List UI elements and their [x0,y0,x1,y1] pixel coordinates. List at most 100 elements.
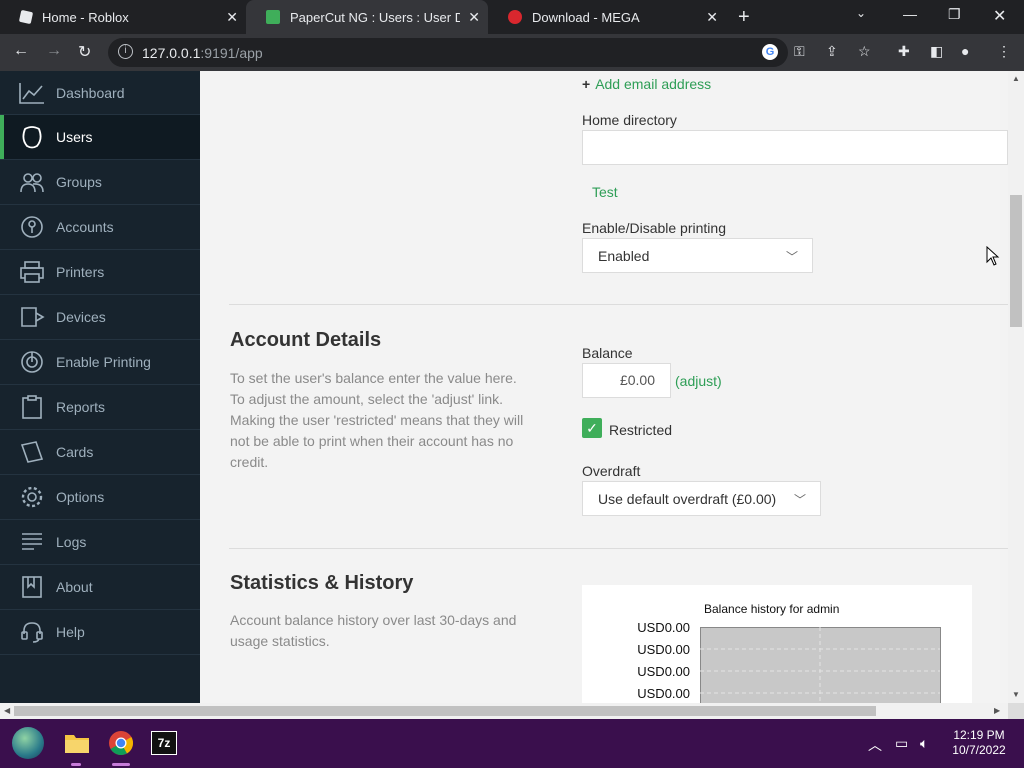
new-tab-icon[interactable]: + [738,6,750,29]
side-panel-icon[interactable]: ◧ [930,43,943,60]
sidebar-item-accounts[interactable]: Accounts [0,205,200,250]
cards-icon [18,438,46,466]
browser-tab-roblox[interactable]: Home - Roblox ✕ [0,0,246,34]
sidebar-item-label: Users [56,129,93,145]
horizontal-scrollbar-thumb[interactable] [14,706,876,716]
scroll-left-arrow-icon[interactable]: ◀ [4,706,10,715]
vertical-scrollbar-thumb[interactable] [1010,195,1022,327]
chart-title: Balance history for admin [704,602,840,616]
sidebar-item-label: Reports [56,399,106,415]
statistics-history-description: Account balance history over last 30-day… [230,612,517,649]
sidebar-item-label: About [56,579,93,595]
sidebar-item-label: Groups [56,174,102,190]
accounts-icon [18,213,46,241]
sidebar-item-printers[interactable]: Printers [0,250,200,295]
restricted-label: Restricted [609,422,673,438]
balance-history-chart: Balance history for admin USD0.00 USD0.0… [582,585,972,703]
tab-title: PaperCut NG : Users : User Details [290,9,460,25]
menu-kebab-icon[interactable]: ⋮ [997,43,1011,60]
sidebar-item-reports[interactable]: Reports [0,385,200,430]
help-icon [18,618,46,646]
sidebar-item-enable-printing[interactable]: Enable Printing [0,340,200,385]
minimize-icon[interactable]: — [903,6,917,22]
bookmark-star-icon[interactable]: ☆ [858,43,871,60]
extensions-icon[interactable]: ✚ [898,43,910,60]
reload-icon[interactable]: ↻ [78,42,91,62]
mouse-cursor-icon [986,246,1000,266]
show-hidden-icons-icon[interactable]: ︿ [868,735,882,755]
close-tab-icon[interactable]: ✕ [226,9,238,26]
home-directory-input[interactable] [582,130,1008,165]
close-tab-icon[interactable]: ✕ [706,9,718,26]
chart-y-tick: USD0.00 [637,642,690,657]
google-lens-icon[interactable]: G [762,44,778,60]
sidebar-item-about[interactable]: About [0,565,200,610]
clock-time: 12:19 PM [953,728,1005,742]
key-icon[interactable]: ⚿ [794,43,805,60]
overdraft-label: Overdraft [582,463,641,479]
address-bar[interactable]: i 127.0.0.1:9191/app [108,38,788,67]
balance-input[interactable]: £0.00 [582,363,671,398]
system-clock[interactable]: 12:19 PM 10/7/2022 [948,728,1010,758]
sidebar-item-devices[interactable]: Devices [0,295,200,340]
overdraft-select-value: Use default overdraft (£0.00) [598,490,777,507]
forward-arrow-icon[interactable]: → [46,42,62,60]
file-explorer-icon[interactable] [63,729,91,757]
sidebar-item-groups[interactable]: Groups [0,160,200,205]
restore-icon[interactable]: ❐ [948,6,961,23]
window-close-icon[interactable]: ✕ [993,6,1006,26]
sidebar-nav: Dashboard Users Groups Accounts Printers… [0,71,200,703]
sidebar-item-logs[interactable]: Logs [0,520,200,565]
network-icon[interactable]: ▭ [895,735,908,752]
printing-select[interactable]: Enabled ﹀ [582,238,813,273]
chart-y-tick: USD0.00 [637,664,690,679]
restricted-checkbox[interactable]: ✓ [582,418,602,438]
sidebar-item-cards[interactable]: Cards [0,430,200,475]
browser-tab-papercut[interactable]: PaperCut NG : Users : User Details ✕ [246,0,488,34]
overdraft-select[interactable]: Use default overdraft (£0.00) ﹀ [582,481,821,516]
statistics-history-title: Statistics & History [230,572,414,594]
back-arrow-icon[interactable]: ← [13,42,29,60]
vertical-scrollbar[interactable]: ▲ ▼ [1008,71,1024,703]
scroll-right-arrow-icon[interactable]: ▶ [994,706,1000,715]
chart-plot-area [700,627,941,703]
sidebar-item-help[interactable]: Help [0,610,200,655]
chart-y-tick: USD0.00 [637,686,690,701]
groups-icon [18,168,46,196]
chrome-icon[interactable] [107,729,135,757]
chevron-down-icon: ﹀ [785,250,798,264]
taskbar-active-indicator [112,763,130,766]
sidebar-item-label: Enable Printing [56,354,151,370]
sidebar-item-options[interactable]: Options [0,475,200,520]
sidebar-item-label: Options [56,489,105,505]
profile-icon[interactable]: ● [961,43,969,59]
tab-search-chevron-icon[interactable]: ⌄ [856,6,866,20]
printing-label: Enable/Disable printing [582,220,726,236]
sidebar-item-dashboard[interactable]: Dashboard [0,71,200,115]
url-text: 127.0.0.1:9191/app [142,45,263,61]
start-button-icon[interactable] [12,727,44,759]
site-info-icon[interactable]: i [118,44,133,59]
close-tab-icon[interactable]: ✕ [468,9,480,26]
volume-icon[interactable]: 🔈︎ [920,735,928,752]
sidebar-item-users[interactable]: Users [0,115,200,160]
tab-title: Home - Roblox [42,9,129,25]
7zip-icon[interactable]: 7z [151,731,177,755]
main-content: + Add email address Home directory Test E… [200,71,1008,703]
test-link[interactable]: Test [592,184,618,200]
add-email-link[interactable]: + Add email address [582,76,711,92]
account-details-description: To set the user's balance enter the valu… [230,370,524,470]
balance-label: Balance [582,345,633,361]
scroll-up-arrow-icon[interactable]: ▲ [1012,74,1020,83]
user-icon [18,123,46,151]
sidebar-item-label: Printers [56,264,105,280]
horizontal-scrollbar[interactable]: ◀ ▶ [0,703,1008,719]
plus-icon: + [582,76,591,92]
browser-tab-mega[interactable]: Download - MEGA ✕ [488,0,726,34]
adjust-link[interactable]: (adjust) [675,373,722,389]
scroll-down-arrow-icon[interactable]: ▼ [1012,690,1020,699]
logs-icon [18,528,46,556]
sidebar-item-label: Cards [56,444,94,460]
sidebar-item-label: Help [56,624,85,640]
share-icon[interactable]: ⇪ [826,43,838,60]
